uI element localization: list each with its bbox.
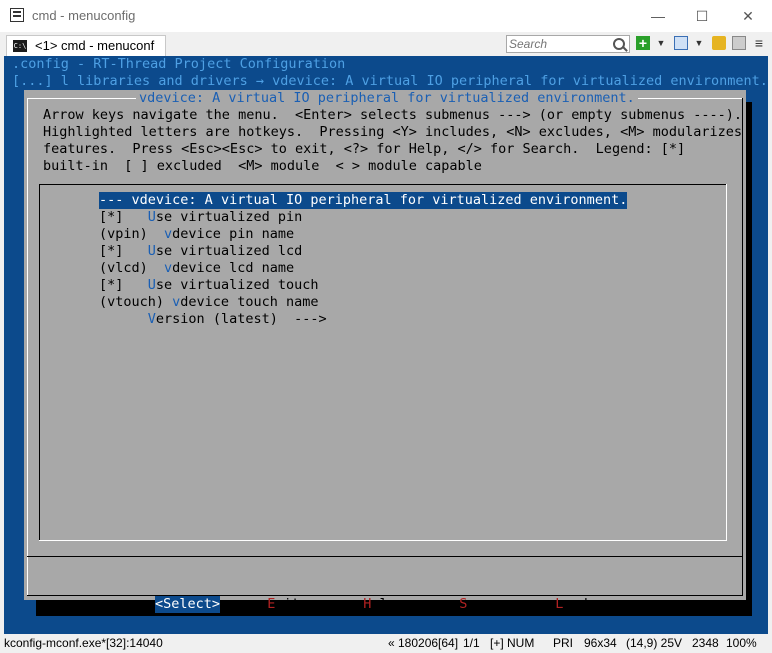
menu-item-use-virtualized-touch[interactable]: [*] Use virtualized touch — [99, 277, 318, 294]
menu-item-label: device pin name — [172, 226, 295, 242]
menu-item-prefix — [99, 311, 148, 327]
menu-frame — [726, 184, 727, 541]
status-insert: [+] NUM — [490, 636, 535, 650]
dropdown-icon[interactable]: ▼ — [656, 36, 666, 50]
button-label: oad — [563, 596, 588, 612]
minimize-button[interactable]: — — [648, 6, 668, 26]
help-button[interactable]: < Help > — [347, 596, 412, 613]
menu-item-label: ersion (latest) ---> — [155, 311, 327, 327]
search-input[interactable] — [509, 36, 609, 52]
help-text-line: built-in [ ] excluded <M> module < > mod… — [43, 158, 482, 174]
status-cursor: (14,9) 25V — [626, 636, 683, 650]
dialog-frame — [742, 98, 743, 596]
menu-item-version[interactable]: Version (latest) ---> — [99, 311, 327, 328]
menu-item-vdevice[interactable]: --- vdevice: A virtual IO peripheral for… — [99, 192, 628, 209]
save-button[interactable]: < Save > — [443, 596, 508, 613]
console-icon: C:\ — [13, 40, 27, 52]
menu-item-prefix: [*] — [99, 277, 148, 293]
button-bracket: < — [251, 596, 268, 612]
status-process: kconfig-mconf.exe*[32]:14040 — [4, 636, 163, 650]
button-bracket: < — [347, 596, 364, 612]
menuconfig-dialog: vdevice: A virtual IO peripheral for vir… — [24, 90, 746, 613]
button-label: ave — [467, 596, 492, 612]
status-page: 1/1 — [463, 636, 480, 650]
status-bar: kconfig-mconf.exe*[32]:14040 « 180206[64… — [0, 634, 772, 653]
menu-item-prefix: - — [99, 192, 108, 208]
search-icon[interactable] — [613, 38, 625, 50]
button-bracket: > — [587, 596, 605, 612]
menu-item-hotkey: v — [164, 226, 173, 242]
button-bracket: < — [539, 596, 556, 612]
button-label: xit — [275, 596, 300, 612]
dropdown-icon[interactable]: ▼ — [694, 36, 704, 50]
help-text-line: Highlighted letters are hotkeys. Pressin… — [43, 124, 742, 140]
menu-item-prefix: [*] — [99, 243, 148, 259]
tab-label: <1> cmd - menuconf — [35, 38, 155, 53]
menu-item-hotkey: v — [164, 260, 173, 276]
menu-item-label: se virtualized touch — [155, 277, 319, 293]
menu-item-hotkey: V — [147, 311, 156, 327]
close-button[interactable]: ✕ — [738, 6, 758, 26]
status-position: « 180206[64] — [388, 636, 459, 650]
menu-item-label: device lcd name — [172, 260, 295, 276]
button-label: elect — [171, 596, 212, 612]
breadcrumb: [...] l libraries and drivers → vdevice:… — [12, 73, 768, 89]
menu-item-vdevice-touch-name[interactable]: (vtouch) vdevice touch name — [99, 294, 318, 311]
select-button[interactable]: <Select> — [155, 596, 221, 613]
add-icon[interactable]: + — [636, 36, 650, 50]
menu-item-label: device touch name — [180, 294, 319, 310]
status-priority: PRI — [553, 636, 574, 650]
dialog-title: vdevice: A virtual IO peripheral for vir… — [136, 90, 638, 107]
button-bracket: > — [211, 596, 221, 612]
menu-item-prefix: [*] — [99, 209, 148, 225]
button-bracket: > — [395, 596, 413, 612]
title-bar: cmd - menuconfig — ☐ ✕ — [0, 0, 772, 32]
menu-item-prefix: (vtouch) — [99, 294, 173, 310]
load-button[interactable]: < Load > — [539, 596, 604, 613]
status-size: 96x34 — [584, 636, 617, 650]
menu-frame — [39, 184, 40, 541]
button-bracket: > — [491, 596, 509, 612]
button-bracket: > — [299, 596, 317, 612]
console-area[interactable]: .config - RT-Thread Project Configuratio… — [4, 56, 768, 634]
menu-frame — [39, 540, 727, 541]
exit-button[interactable]: < Exit > — [251, 596, 316, 613]
dialog-frame — [27, 98, 28, 596]
menu-item-label: se virtualized pin — [155, 209, 303, 225]
search-box[interactable] — [506, 35, 630, 53]
status-pid: 2348 — [692, 636, 719, 650]
menu-item-prefix: (vlcd) — [99, 260, 165, 276]
menu-item-vdevice-pin-name[interactable]: (vpin) vdevice pin name — [99, 226, 294, 243]
menu-item-hotkey: U — [147, 277, 156, 293]
help-text-line: features. Press <Esc><Esc> to exit, <?> … — [43, 141, 686, 157]
help-text-line: Arrow keys navigate the menu. <Enter> se… — [43, 107, 742, 123]
menu-item-vdevice-lcd-name[interactable]: (vlcd) vdevice lcd name — [99, 260, 294, 277]
button-bracket: < — [443, 596, 460, 612]
maximize-button[interactable]: ☐ — [692, 6, 712, 26]
config-header: .config - RT-Thread Project Configuratio… — [12, 56, 346, 72]
menu-item-use-virtualized-pin[interactable]: [*] Use virtualized pin — [99, 209, 302, 226]
lock-icon[interactable] — [712, 36, 726, 50]
hamburger-menu-icon[interactable]: ≡ — [752, 36, 766, 50]
menu-item-prefix: (vpin) — [99, 226, 165, 242]
tab-console-1[interactable]: C:\ <1> cmd - menuconf — [6, 35, 166, 57]
button-label: elp — [371, 596, 396, 612]
menu-item-label: se virtualized lcd — [155, 243, 303, 259]
menu-item-hotkey: U — [147, 243, 156, 259]
button-bracket: < — [155, 596, 164, 612]
menu-item-hotkey: U — [147, 209, 156, 225]
menu-item-label: - vdevice: A virtual IO peripheral for v… — [115, 192, 628, 208]
panel-icon[interactable] — [732, 36, 746, 50]
window-layout-icon[interactable] — [674, 36, 688, 50]
window-title: cmd - menuconfig — [32, 8, 136, 23]
console-app-icon — [10, 8, 24, 22]
menu-item-use-virtualized-lcd[interactable]: [*] Use virtualized lcd — [99, 243, 302, 260]
menu-frame — [39, 184, 727, 185]
menu-list: --- vdevice: A virtual IO peripheral for… — [39, 184, 727, 541]
button-separator — [27, 556, 743, 557]
status-zoom: 100% — [726, 636, 757, 650]
